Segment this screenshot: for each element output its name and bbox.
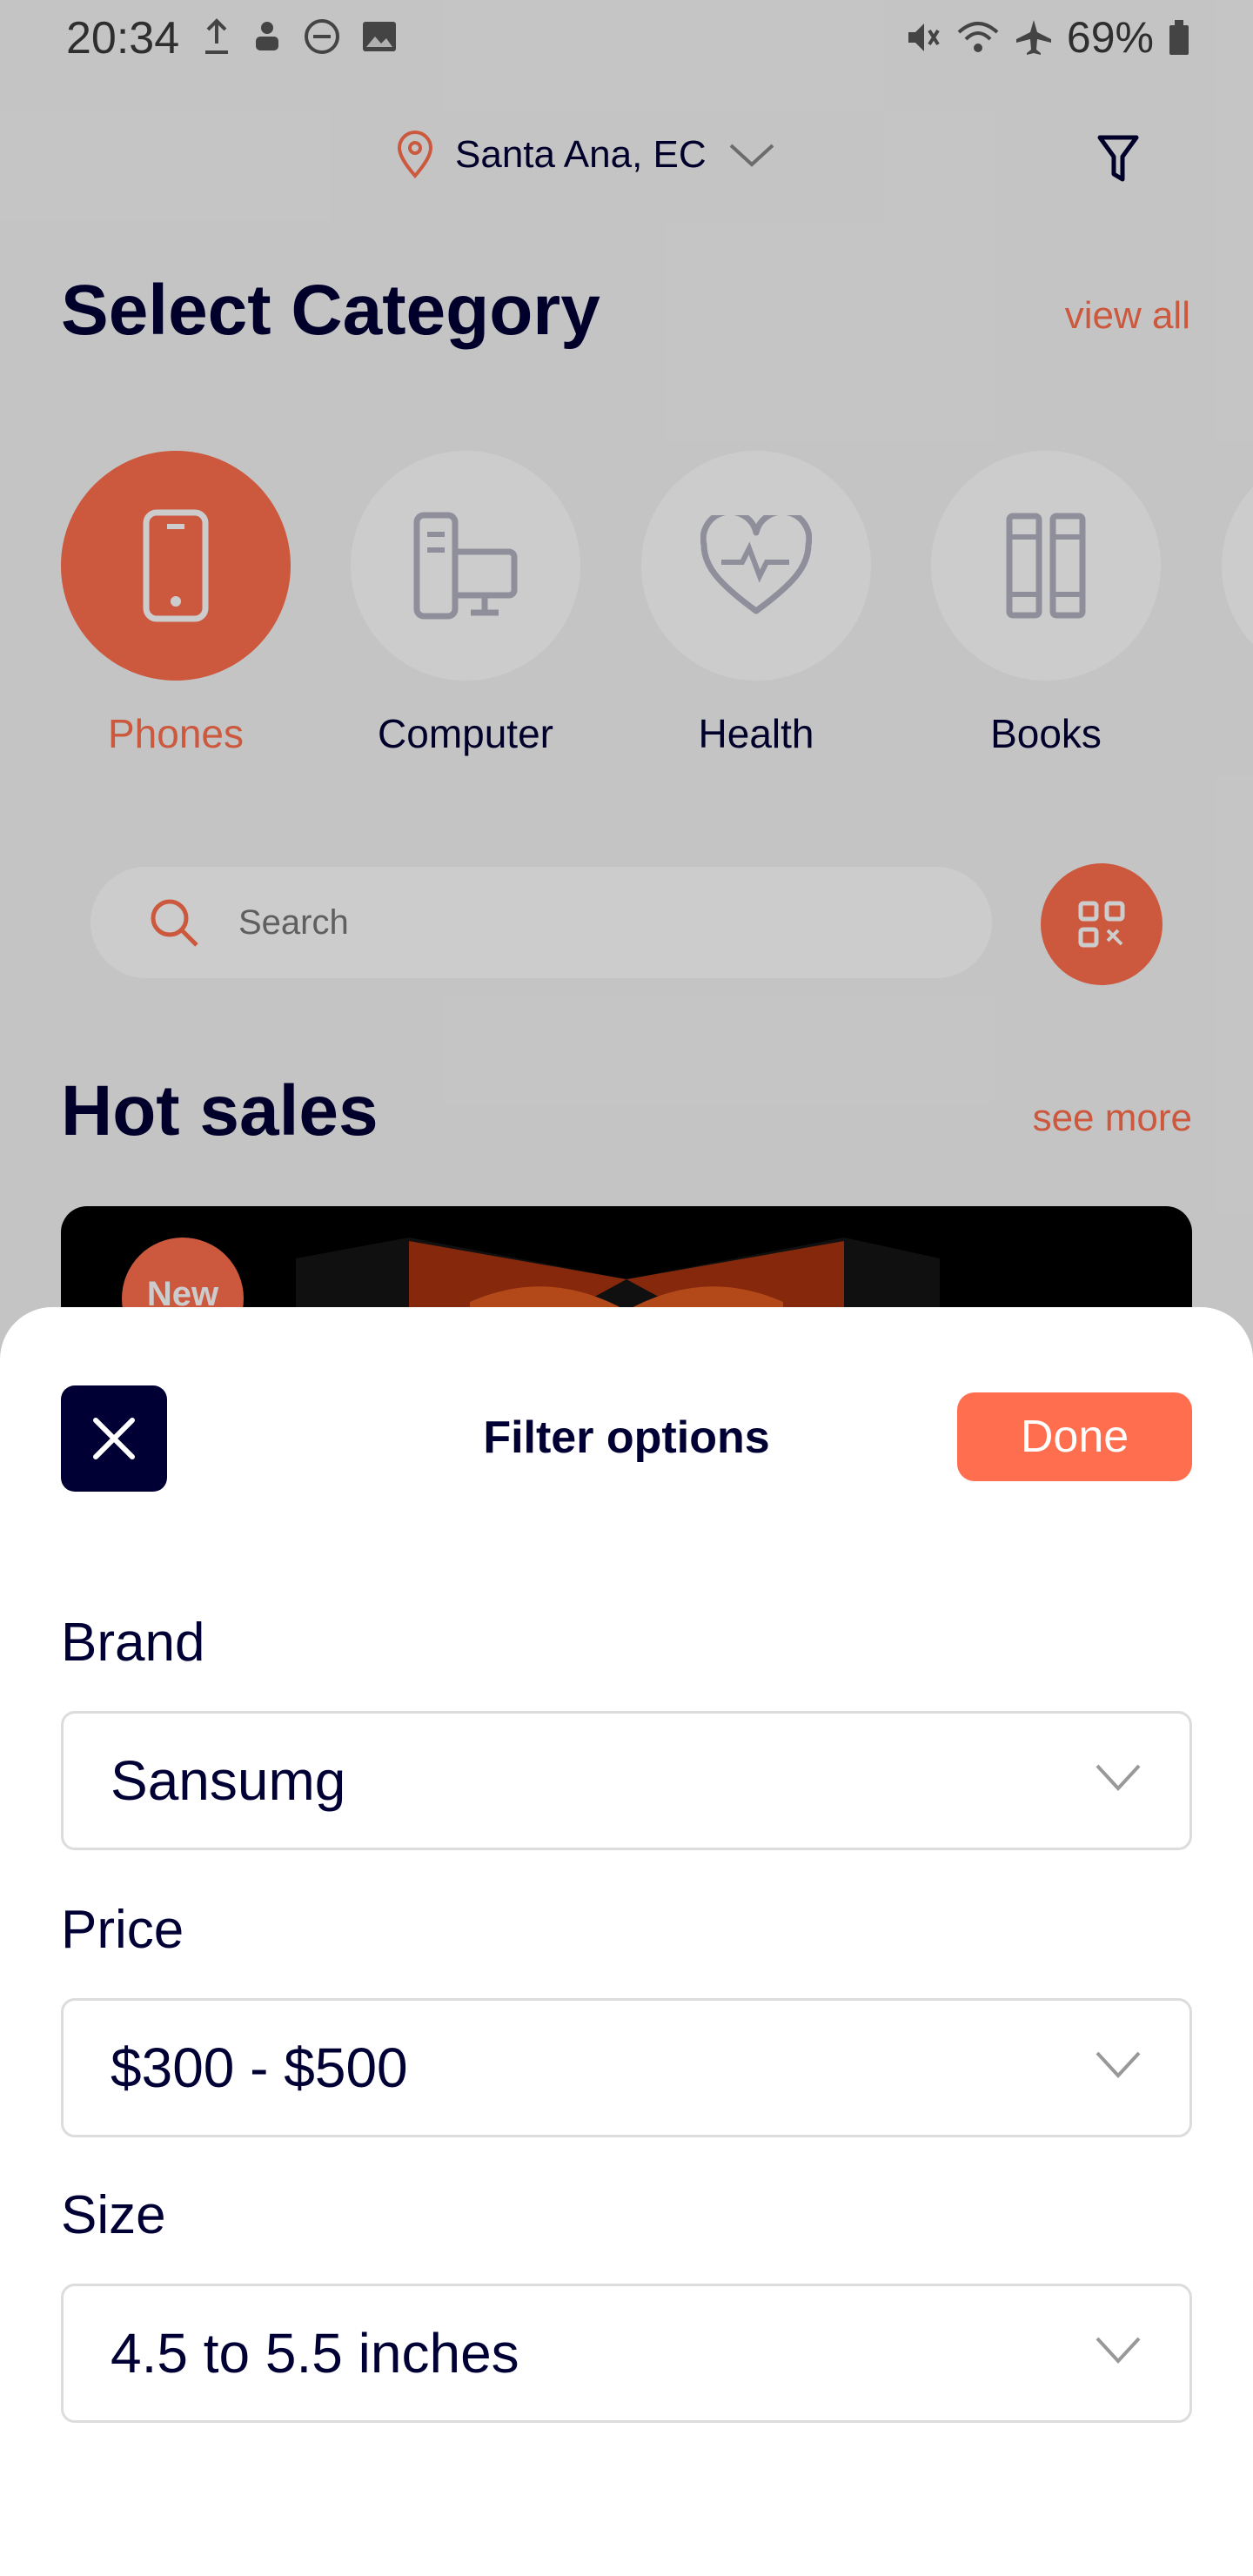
chevron-down-icon	[1096, 1764, 1141, 1791]
brand-label: Brand	[61, 1613, 205, 1673]
price-value: $300 - $500	[111, 2036, 408, 2099]
size-select[interactable]: 4.5 to 5.5 inches	[61, 2284, 1192, 2423]
filter-sheet: Filter options Done Brand Sansumg Price …	[0, 1307, 1253, 2576]
size-label: Size	[61, 2185, 166, 2245]
chevron-down-icon	[1096, 2051, 1141, 2078]
chevron-down-icon	[1096, 2337, 1141, 2364]
done-button[interactable]: Done	[957, 1392, 1192, 1481]
price-label: Price	[61, 1900, 184, 1960]
brand-value: Sansumg	[111, 1749, 346, 1812]
brand-select[interactable]: Sansumg	[61, 1711, 1192, 1850]
app-screen: 20:34 69% Santa Ana, EC Select Category …	[0, 0, 1253, 2576]
price-select[interactable]: $300 - $500	[61, 1998, 1192, 2137]
size-value: 4.5 to 5.5 inches	[111, 2322, 519, 2385]
